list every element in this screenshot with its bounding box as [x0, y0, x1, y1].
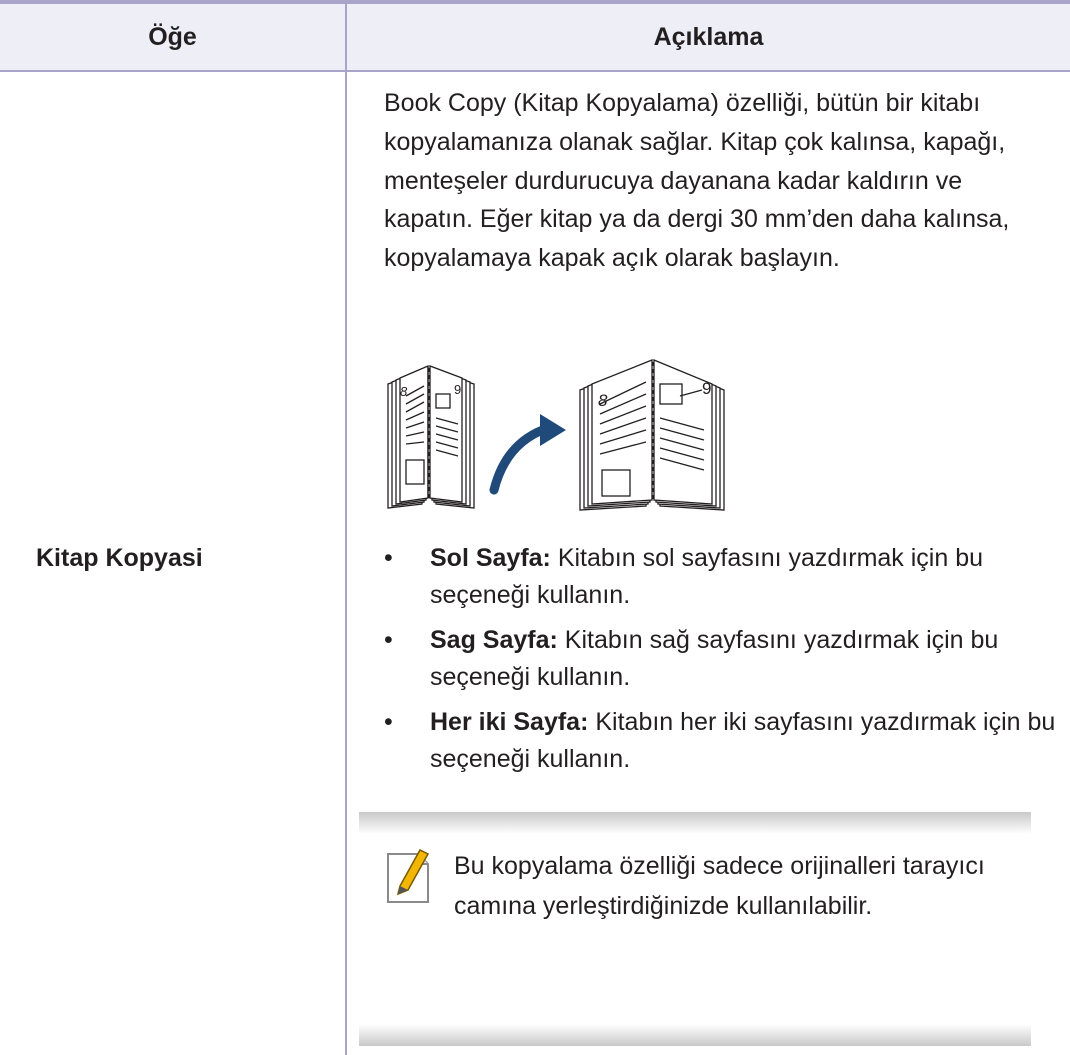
- item-name: Kitap Kopyasi: [36, 544, 203, 572]
- list-item: • Her iki Sayfa: Kitabın her iki sayfası…: [384, 704, 1056, 778]
- bullet-term: Sol Sayfa:: [430, 544, 551, 572]
- bullet-icon: •: [384, 544, 393, 572]
- small-book-page-left: 8: [400, 384, 408, 399]
- list-item: • Sol Sayfa: Kitabın sol sayfasını yazdı…: [384, 540, 1056, 614]
- bullet-icon: •: [384, 708, 393, 736]
- column-header-item: Öğe: [148, 22, 197, 51]
- column-divider: [345, 4, 347, 1055]
- header-divider: [0, 70, 1070, 72]
- bullet-term: Her iki Sayfa:: [430, 708, 589, 736]
- large-book-page-right: 9: [702, 379, 711, 398]
- list-item: • Sag Sayfa: Kitabın sağ sayfasını yazdı…: [384, 622, 1056, 696]
- book-copy-illustration: 8 9 8 9: [387, 359, 725, 511]
- note-pencil-icon: [387, 849, 430, 903]
- bullet-icon: •: [384, 626, 393, 654]
- column-header-description: Açıklama: [653, 22, 764, 51]
- bullet-term: Sag Sayfa:: [430, 626, 558, 654]
- settings-table: Öğe Açıklama Kitap Kopyasi Book Copy (Ki…: [0, 0, 1070, 1055]
- option-list: • Sol Sayfa: Kitabın sol sayfasını yazdı…: [384, 540, 1056, 786]
- note-text: Bu kopyalama özelliği sadece orijinaller…: [454, 852, 985, 920]
- arrow-icon: [489, 423, 553, 495]
- description-paragraph: Book Copy (Kitap Kopyalama) özelliği, bü…: [384, 89, 1010, 273]
- small-book-page-right: 9: [454, 382, 461, 397]
- large-book-page-left: 8: [598, 391, 608, 410]
